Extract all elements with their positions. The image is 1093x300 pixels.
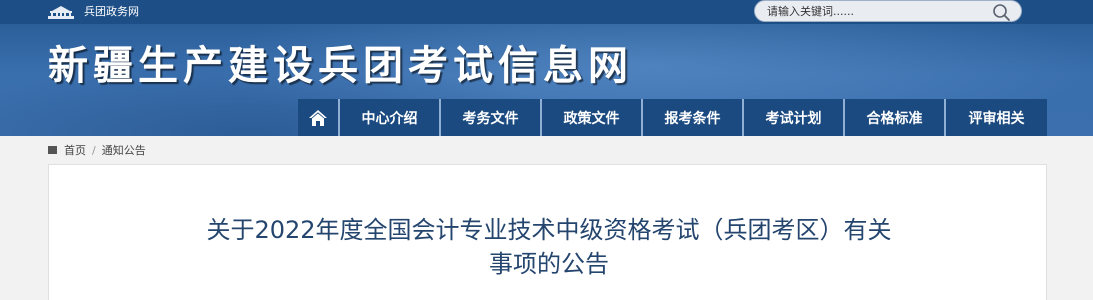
gov-portal-label[interactable]: 兵团政务网 [84, 3, 139, 21]
breadcrumb: 首页 / 通知公告 [48, 142, 146, 158]
nav-exam-plan[interactable]: 考试计划 [744, 99, 845, 136]
home-icon [309, 109, 327, 126]
site-title: 新疆生产建设兵团考试信息网 [48, 42, 633, 89]
breadcrumb-separator: / [92, 143, 96, 157]
article-title: 关于2022年度全国会计专业技术中级资格考试（兵团考区）有关 事项的公告 [139, 213, 959, 281]
nav-center-intro[interactable]: 中心介绍 [340, 99, 441, 136]
nav-pass-standard[interactable]: 合格标准 [845, 99, 946, 136]
breadcrumb-current[interactable]: 通知公告 [102, 142, 146, 158]
breadcrumb-bar [0, 136, 1093, 164]
nav-exam-affairs[interactable]: 考务文件 [441, 99, 542, 136]
gov-portal-link[interactable]: 兵团政务网 [46, 3, 139, 21]
article-title-line: 事项的公告 [489, 250, 609, 278]
search-box [754, 0, 1022, 22]
nav-review[interactable]: 评审相关 [946, 99, 1047, 136]
search-input[interactable] [767, 3, 977, 20]
nav-home[interactable] [298, 99, 340, 136]
article-panel: 关于2022年度全国会计专业技术中级资格考试（兵团考区）有关 事项的公告 [48, 164, 1047, 300]
nav-policy-docs[interactable]: 政策文件 [542, 99, 643, 136]
top-bar: 兵团政务网 [0, 0, 1093, 24]
location-icon [48, 146, 57, 154]
government-building-icon [48, 6, 74, 19]
nav-eligibility[interactable]: 报考条件 [643, 99, 744, 136]
main-nav: 中心介绍 考务文件 政策文件 报考条件 考试计划 合格标准 评审相关 [298, 99, 1047, 136]
search-icon[interactable] [991, 2, 1011, 22]
article-title-line: 关于2022年度全国会计专业技术中级资格考试（兵团考区）有关 [206, 216, 892, 244]
breadcrumb-home[interactable]: 首页 [64, 142, 86, 158]
